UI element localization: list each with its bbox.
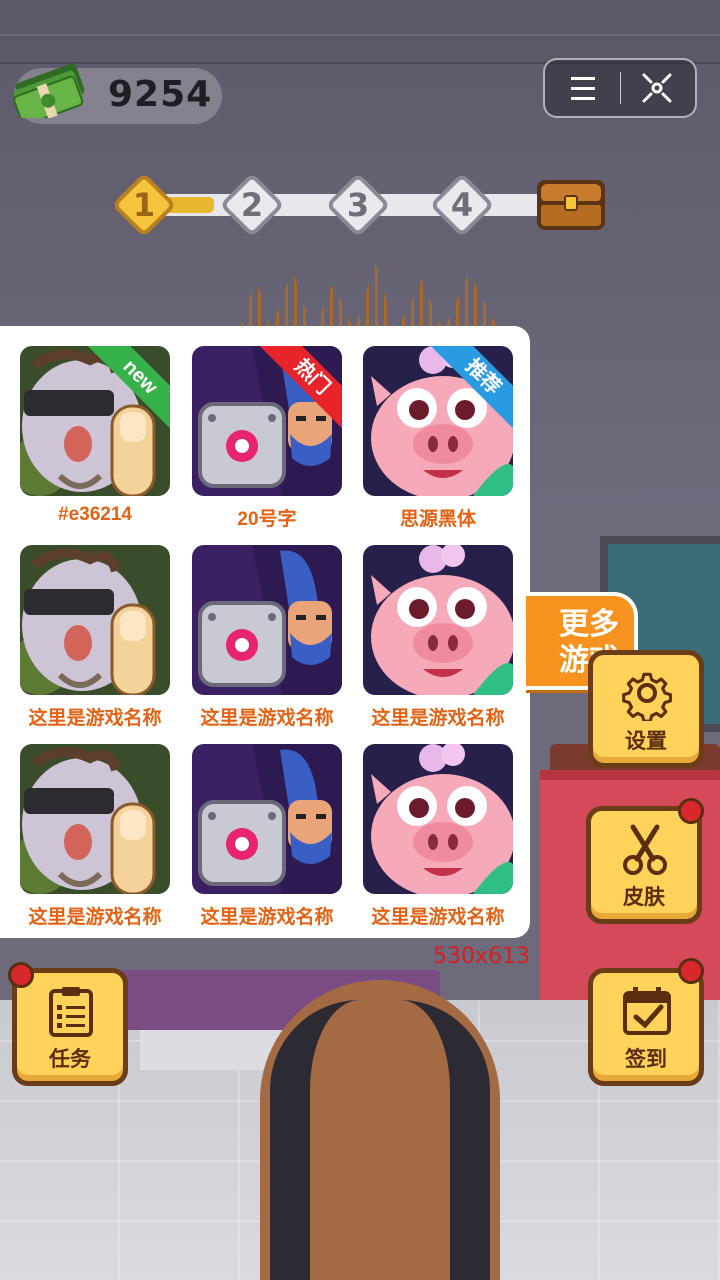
game-tile-icon[interactable]: new <box>20 346 170 496</box>
game-tile-name[interactable]: 这里是游戏名称 <box>181 902 353 929</box>
level-step-number: 4 <box>450 186 474 224</box>
menu-icon[interactable] <box>560 68 606 108</box>
skins-label: 皮肤 <box>623 886 665 909</box>
scissors-icon <box>623 824 667 875</box>
player-character-vest <box>270 1000 490 1280</box>
game-tile-icon[interactable] <box>363 744 513 894</box>
game-tile-icon[interactable] <box>363 545 513 695</box>
size-annotation: 530x613 <box>433 944 531 969</box>
game-tile-name[interactable]: 20号字 <box>181 504 353 531</box>
checkin-button[interactable]: 签到 <box>588 968 704 1086</box>
game-tile-name[interactable]: 这里是游戏名称 <box>181 703 353 730</box>
tasks-label: 任务 <box>49 1048 91 1071</box>
tasks-notification-dot <box>8 962 34 988</box>
game-list-panel: new #e36214 热门 20号字 推荐 思源黑体 这里是游戏名称 这里是游… <box>0 326 530 938</box>
checkin-notification-dot <box>678 958 704 984</box>
game-tile-name[interactable]: 这里是游戏名称 <box>352 902 524 929</box>
game-tile-icon[interactable] <box>20 744 170 894</box>
level-step-number: 1 <box>132 186 156 224</box>
game-tile-name[interactable]: 思源黑体 <box>352 504 524 531</box>
level-step-number: 2 <box>240 186 264 224</box>
settings-button[interactable]: 设置 <box>588 650 704 768</box>
tasks-button[interactable]: 任务 <box>12 968 128 1086</box>
treasure-chest-icon[interactable] <box>533 172 609 238</box>
game-tile-icon[interactable]: 热门 <box>192 346 342 496</box>
game-tile-name[interactable]: 这里是游戏名称 <box>9 902 181 929</box>
status-bar <box>0 0 720 64</box>
game-tile-name[interactable]: 这里是游戏名称 <box>9 703 181 730</box>
status-bar-divider <box>0 34 720 36</box>
more-games-label-line1: 更多 <box>559 608 619 641</box>
game-tile-icon[interactable] <box>192 545 342 695</box>
cash-icon <box>13 63 85 118</box>
coin-amount: 9254 <box>108 74 213 115</box>
game-tile-icon[interactable] <box>20 545 170 695</box>
skins-notification-dot <box>678 798 704 824</box>
capsule-divider <box>620 72 621 104</box>
skins-button[interactable]: 皮肤 <box>586 806 702 924</box>
calendar-check-icon <box>623 987 671 1035</box>
clipboard-list-icon <box>49 987 93 1037</box>
gear-icon <box>622 672 673 721</box>
level-step-number: 3 <box>346 186 370 224</box>
close-icon[interactable] <box>634 66 680 110</box>
settings-label: 设置 <box>625 730 667 753</box>
game-tile-icon[interactable]: 推荐 <box>363 346 513 496</box>
checkin-label: 签到 <box>625 1048 667 1071</box>
game-tile-name[interactable]: #e36214 <box>9 504 181 526</box>
game-tile-name[interactable]: 这里是游戏名称 <box>352 703 524 730</box>
game-tile-icon[interactable] <box>192 744 342 894</box>
